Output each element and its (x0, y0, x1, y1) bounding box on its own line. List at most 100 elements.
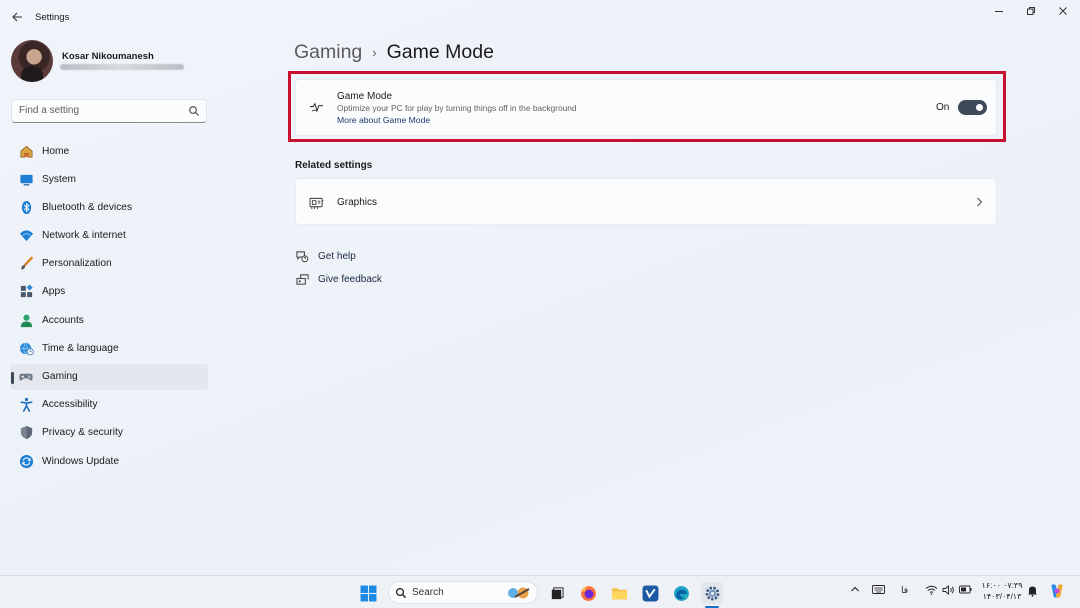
search-input[interactable] (19, 100, 179, 121)
sidebar-item-apps[interactable]: Apps (10, 279, 208, 305)
back-button[interactable] (8, 8, 26, 26)
search-icon[interactable] (188, 105, 200, 117)
give-feedback-label: Give feedback (318, 273, 382, 285)
get-help-icon (295, 249, 309, 263)
gamepad-icon (18, 369, 34, 385)
sidebar-item-system[interactable]: System (10, 166, 208, 192)
get-help-link[interactable]: Get help (295, 248, 356, 264)
close-button[interactable] (1048, 4, 1078, 18)
sidebar-item-label: Home (42, 145, 70, 157)
sidebar-item-accounts[interactable]: Accounts (10, 307, 208, 333)
give-feedback-link[interactable]: Give feedback (295, 271, 382, 287)
wifi-icon (18, 228, 34, 244)
highlight-box (288, 71, 1006, 142)
wifi-tray-button[interactable] (925, 585, 938, 595)
vpn-app-button[interactable] (639, 582, 661, 604)
battery-icon (959, 585, 972, 594)
task-view-button[interactable] (545, 582, 567, 604)
sidebar-item-label: Windows Update (42, 455, 120, 467)
language-indicator[interactable]: فا (901, 585, 908, 596)
update-icon (18, 453, 34, 469)
shield-icon (18, 425, 34, 441)
find-setting-box[interactable] (11, 99, 207, 123)
taskbar-search[interactable]: Search (388, 581, 538, 604)
sidebar-item-gaming[interactable]: Gaming (10, 363, 208, 390)
avatar (11, 40, 53, 82)
edge-button[interactable] (670, 582, 692, 604)
graphics-label: Graphics (337, 197, 378, 208)
sidebar-item-windows-update[interactable]: Windows Update (10, 448, 208, 474)
sidebar-item-label: Bluetooth & devices (42, 201, 133, 213)
taskbar: Search فا ۱۶:۰۰ ۰۷:۳۹ ۱۴۰۳/۰۴/۱۳ (0, 575, 1080, 608)
bell-icon (1028, 586, 1037, 597)
profile-name: Kosar Nikoumanesh (62, 51, 154, 62)
sidebar-item-label: System (42, 173, 76, 185)
home-icon (18, 143, 34, 159)
profile-email-redacted (60, 64, 184, 70)
app-title: Settings (35, 12, 70, 23)
clock[interactable]: ۱۶:۰۰ ۰۷:۳۹ ۱۴۰۳/۰۴/۱۳ (980, 580, 1024, 602)
chevron-right-icon: › (372, 45, 377, 60)
settings-taskbar-button[interactable] (701, 582, 723, 604)
speaker-icon (942, 585, 954, 595)
settings-window: Settings Kosar Nikoumanesh Home System (0, 0, 1080, 575)
edge-icon (673, 585, 689, 601)
bluetooth-icon (18, 199, 34, 215)
sidebar-item-time-language[interactable]: Time & language (10, 335, 208, 361)
sidebar-item-personalization[interactable]: Personalization (10, 251, 208, 277)
graphics-card-icon (308, 195, 324, 211)
clock-time: ۱۶:۰۰ ۰۷:۳۹ (981, 581, 1023, 590)
sidebar-item-label: Apps (42, 286, 66, 298)
breadcrumb: Gaming › Game Mode (294, 41, 494, 64)
brush-icon (18, 256, 34, 272)
close-icon (1059, 7, 1067, 15)
firefox-icon (580, 585, 596, 601)
chevron-up-icon (851, 586, 859, 592)
wifi-icon (925, 585, 938, 595)
user-profile[interactable]: Kosar Nikoumanesh (11, 40, 211, 82)
notifications-button[interactable] (1027, 585, 1038, 597)
restore-button[interactable] (1016, 4, 1046, 18)
copilot-icon (1051, 584, 1063, 598)
minimize-button[interactable] (984, 4, 1014, 18)
sidebar-item-label: Privacy & security (42, 427, 123, 439)
person-icon (18, 312, 34, 328)
breadcrumb-parent[interactable]: Gaming (294, 41, 362, 64)
task-view-icon (551, 586, 564, 599)
sidebar-item-bluetooth[interactable]: Bluetooth & devices (10, 194, 208, 220)
sidebar-item-label: Time & language (42, 342, 119, 354)
sidebar-item-label: Accounts (42, 314, 84, 326)
taskbar-search-label: Search (412, 587, 444, 598)
volume-tray-button[interactable] (942, 585, 955, 595)
keyboard-icon (872, 585, 885, 594)
system-icon (18, 171, 34, 187)
sidebar-item-home[interactable]: Home (10, 138, 208, 164)
file-explorer-button[interactable] (608, 582, 630, 604)
start-button[interactable] (357, 582, 379, 604)
sidebar-item-accessibility[interactable]: Accessibility (10, 392, 208, 418)
sidebar-item-label: Gaming (42, 371, 78, 382)
sidebar-item-network[interactable]: Network & internet (10, 223, 208, 249)
show-hidden-icons-button[interactable] (850, 585, 860, 593)
restore-icon (1027, 7, 1035, 15)
accessibility-icon (18, 397, 34, 413)
keyboard-button[interactable] (872, 585, 885, 594)
battery-tray-button[interactable] (959, 585, 972, 594)
back-arrow-icon (11, 12, 22, 22)
sidebar-item-privacy-security[interactable]: Privacy & security (10, 420, 208, 446)
folder-icon (611, 587, 627, 599)
firefox-button[interactable] (577, 582, 599, 604)
windows-logo-icon (360, 585, 376, 601)
graphics-card[interactable]: Graphics (295, 178, 997, 225)
sidebar-nav: Home System Bluetooth & devices Network … (10, 138, 208, 476)
globe-clock-icon (18, 340, 34, 356)
vpn-app-icon (642, 585, 658, 601)
get-help-label: Get help (318, 250, 356, 262)
feedback-icon (295, 272, 309, 286)
minimize-icon (995, 11, 1003, 12)
gear-icon (705, 586, 719, 600)
page-title: Game Mode (386, 41, 494, 63)
copilot-button[interactable] (1048, 582, 1066, 600)
sidebar-item-label: Accessibility (42, 399, 98, 411)
related-settings-heading: Related settings (295, 160, 373, 171)
